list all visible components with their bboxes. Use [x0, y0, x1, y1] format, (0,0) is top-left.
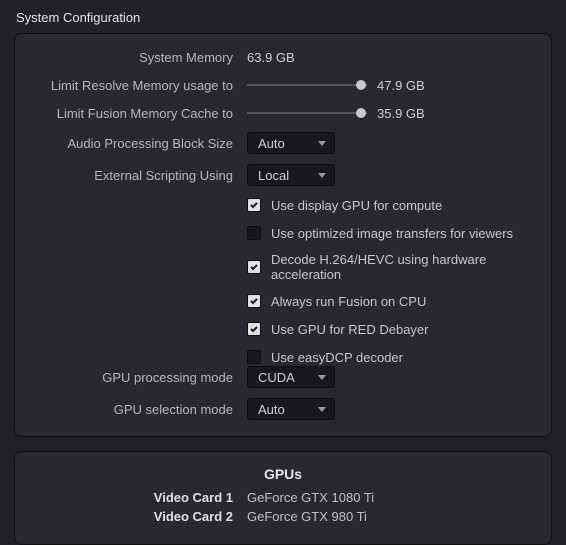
resolve-memory-thumb[interactable]: [356, 80, 366, 90]
gpus-panel: GPUs Video Card 1GeForce GTX 1080 TiVide…: [14, 451, 552, 545]
gpu-red-debayer-checkbox[interactable]: [247, 322, 261, 336]
gpu-select-label: GPU selection mode: [33, 402, 247, 417]
hw-decode-label[interactable]: Decode H.264/HEVC using hardware acceler…: [271, 252, 533, 282]
easydcp-checkbox[interactable]: [247, 350, 261, 364]
audio-block-select-value: Auto: [258, 136, 285, 151]
chevron-down-icon: [318, 375, 326, 380]
display-gpu-compute-checkbox[interactable]: [247, 198, 261, 212]
resolve-memory-value: 47.9 GB: [377, 78, 425, 93]
chevron-down-icon: [318, 173, 326, 178]
scripting-label: External Scripting Using: [33, 168, 247, 183]
gpu-select-select[interactable]: Auto: [247, 398, 335, 420]
chevron-down-icon: [318, 407, 326, 412]
easydcp-label[interactable]: Use easyDCP decoder: [271, 350, 403, 365]
gpus-title: GPUs: [33, 466, 533, 482]
resolve-memory-label: Limit Resolve Memory usage to: [33, 78, 247, 93]
gpu-card-value: GeForce GTX 980 Ti: [247, 509, 367, 524]
fusion-memory-thumb[interactable]: [356, 108, 366, 118]
gpu-card-label: Video Card 2: [33, 509, 247, 524]
gpu-card-label: Video Card 1: [33, 490, 247, 505]
hw-decode-checkbox[interactable]: [247, 260, 261, 274]
fusion-cpu-label[interactable]: Always run Fusion on CPU: [271, 294, 426, 309]
fusion-memory-value: 35.9 GB: [377, 106, 425, 121]
gpu-card-value: GeForce GTX 1080 Ti: [247, 490, 374, 505]
fusion-cpu-checkbox[interactable]: [247, 294, 261, 308]
scripting-select[interactable]: Local: [247, 164, 335, 186]
optimized-transfers-label[interactable]: Use optimized image transfers for viewer…: [271, 226, 513, 241]
audio-block-label: Audio Processing Block Size: [33, 136, 247, 151]
section-title: System Configuration: [16, 10, 552, 25]
audio-block-select[interactable]: Auto: [247, 132, 335, 154]
optimized-transfers-checkbox[interactable]: [247, 226, 261, 240]
system-config-panel: System Memory 63.9 GB Limit Resolve Memo…: [14, 33, 552, 437]
gpu-red-debayer-label[interactable]: Use GPU for RED Debayer: [271, 322, 429, 337]
resolve-memory-slider[interactable]: [247, 78, 367, 92]
gpu-mode-label: GPU processing mode: [33, 370, 247, 385]
fusion-memory-slider[interactable]: [247, 106, 367, 120]
display-gpu-compute-label[interactable]: Use display GPU for compute: [271, 198, 442, 213]
chevron-down-icon: [318, 141, 326, 146]
fusion-memory-label: Limit Fusion Memory Cache to: [33, 106, 247, 121]
system-memory-value: 63.9 GB: [247, 50, 295, 65]
gpu-mode-select-value: CUDA: [258, 370, 295, 385]
system-memory-label: System Memory: [33, 50, 247, 65]
gpu-mode-select[interactable]: CUDA: [247, 366, 335, 388]
scripting-select-value: Local: [258, 168, 289, 183]
gpu-select-select-value: Auto: [258, 402, 285, 417]
